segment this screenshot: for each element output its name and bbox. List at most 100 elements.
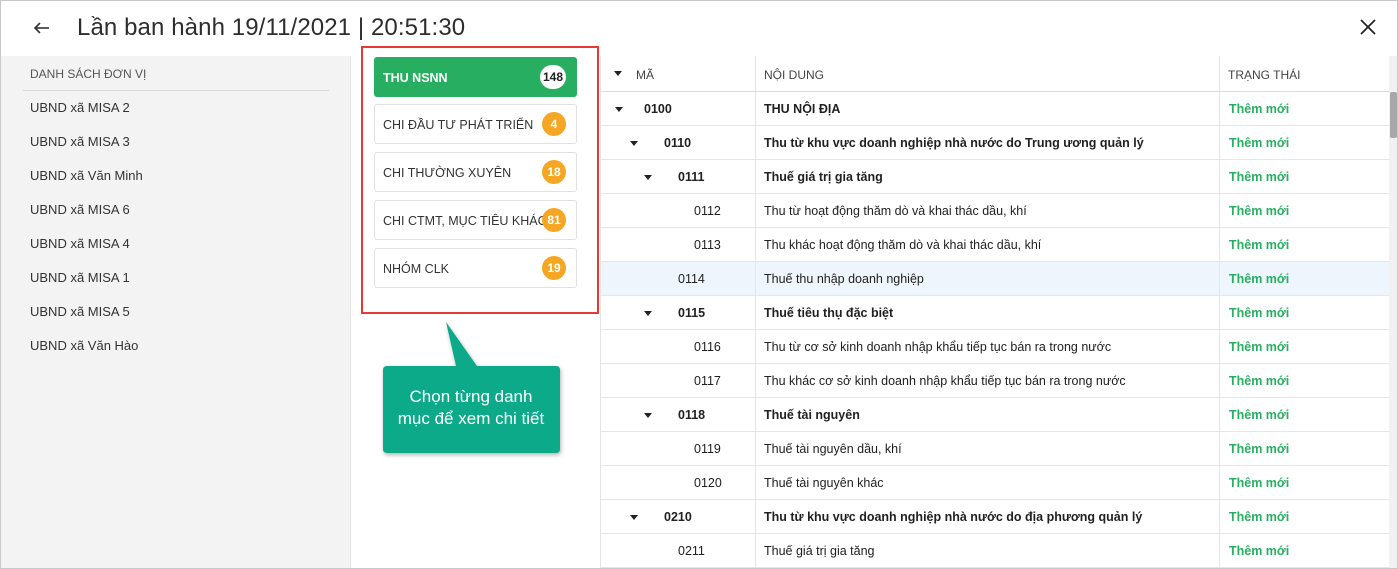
status-badge: Thêm mới xyxy=(1229,510,1290,524)
cell-content: Thu khác cơ sở kinh doanh nhập khẩu tiếp… xyxy=(756,364,1220,397)
status-badge: Thêm mới xyxy=(1229,136,1290,150)
cell-code: 0117 xyxy=(601,364,756,397)
unit-list-header: DANH SÁCH ĐƠN VỊ xyxy=(23,56,329,91)
category-label: CHI ĐẦU TƯ PHÁT TRIỂN xyxy=(383,118,534,132)
category-nhom-clk[interactable]: NHÓM CLK 19 xyxy=(374,248,577,288)
cell-content: Thu từ hoạt động thăm dò và khai thác dầ… xyxy=(756,194,1220,227)
cell-content: Thuế giá trị gia tăng xyxy=(756,160,1220,193)
caret-down-icon[interactable] xyxy=(614,71,622,76)
column-header-status: TRẠNG THÁI xyxy=(1220,56,1389,92)
code-text: 0110 xyxy=(664,136,692,150)
vertical-scrollbar[interactable] xyxy=(1389,56,1397,568)
table-row[interactable]: 0110 Thu từ khu vực doanh nghiệp nhà nước… xyxy=(601,126,1389,160)
caret-down-icon[interactable] xyxy=(644,311,652,316)
code-text: 0210 xyxy=(664,510,692,524)
cell-code: 0118 xyxy=(601,398,756,431)
unit-item[interactable]: UBND xã MISA 1 xyxy=(23,261,329,295)
dialog-header: Lần ban hành 19/11/2021 | 20:51:30 xyxy=(1,1,1397,56)
cell-code: 0113 xyxy=(601,228,756,261)
count-badge: 148 xyxy=(539,65,566,89)
count-badge: 19 xyxy=(542,256,566,280)
code-text: 0117 xyxy=(694,374,721,388)
category-label: NHÓM CLK xyxy=(383,262,449,276)
column-header-code[interactable]: MÃ xyxy=(601,56,756,92)
close-icon[interactable] xyxy=(1356,15,1380,39)
status-badge: Thêm mới xyxy=(1229,408,1290,422)
code-text: 0119 xyxy=(694,442,721,456)
caret-down-icon[interactable] xyxy=(615,107,623,112)
cell-content: THU NỘI ĐỊA xyxy=(756,92,1220,125)
code-text: 0115 xyxy=(678,306,706,320)
column-label: NỘI DUNG xyxy=(764,68,824,82)
table-row[interactable]: 0120 Thuế tài nguyên khác Thêm mới xyxy=(601,466,1389,500)
category-label: CHI THƯỜNG XUYÊN xyxy=(383,166,512,180)
category-chi-ctmt[interactable]: CHI CTMT, MỤC TIÊU KHÁC 81 xyxy=(374,200,577,240)
status-badge: Thêm mới xyxy=(1229,170,1290,184)
table-row[interactable]: 0119 Thuế tài nguyên dầu, khí Thêm mới xyxy=(601,432,1389,466)
code-text: 0113 xyxy=(694,238,721,252)
unit-item[interactable]: UBND xã MISA 5 xyxy=(23,295,329,329)
unit-item[interactable]: UBND xã Văn Minh xyxy=(23,159,329,193)
status-badge: Thêm mới xyxy=(1229,340,1290,354)
table-header: MÃ NỘI DUNG TRẠNG THÁI xyxy=(601,56,1389,92)
table-row[interactable]: 0114 Thuế thu nhập doanh nghiệp Thêm mới xyxy=(601,262,1389,296)
column-label: MÃ xyxy=(636,68,654,82)
table-row[interactable]: 0117 Thu khác cơ sở kinh doanh nhập khẩu … xyxy=(601,364,1389,398)
category-column: THU NSNN 148 CHI ĐẦU TƯ PHÁT TRIỂN 4 CHI… xyxy=(351,46,601,568)
release-dialog: Lần ban hành 19/11/2021 | 20:51:30 DANH … xyxy=(0,0,1398,569)
code-text: 0116 xyxy=(694,340,721,354)
caret-down-icon[interactable] xyxy=(644,413,652,418)
cell-content: Thuế tài nguyên khác xyxy=(756,466,1220,499)
cell-content: Thuế giá trị gia tăng xyxy=(756,534,1220,567)
unit-list-panel: DANH SÁCH ĐƠN VỊ UBND xã MISA 2 UBND xã … xyxy=(1,56,351,568)
unit-item[interactable]: UBND xã MISA 4 xyxy=(23,227,329,261)
table-row[interactable]: 0118 Thuế tài nguyên Thêm mới xyxy=(601,398,1389,432)
unit-item[interactable]: UBND xã MISA 2 xyxy=(23,91,329,125)
cell-code: 0110 xyxy=(601,126,756,159)
caret-down-icon[interactable] xyxy=(630,141,638,146)
count-badge: 18 xyxy=(542,160,566,184)
unit-item[interactable]: UBND xã Văn Hào xyxy=(23,329,329,363)
column-label: TRẠNG THÁI xyxy=(1228,68,1301,82)
cell-code: 0210 xyxy=(601,500,756,533)
detail-table: MÃ NỘI DUNG TRẠNG THÁI 0100 THU NỘI ĐỊA Th… xyxy=(601,56,1397,568)
cell-code: 0112 xyxy=(601,194,756,227)
status-badge: Thêm mới xyxy=(1229,442,1290,456)
category-chi-thuong-xuyen[interactable]: CHI THƯỜNG XUYÊN 18 xyxy=(374,152,577,192)
caret-down-icon[interactable] xyxy=(630,515,638,520)
cell-code: 0211 xyxy=(601,534,756,567)
column-header-content: NỘI DUNG xyxy=(756,56,1220,92)
table-row[interactable]: 0115 Thuế tiêu thụ đặc biệt Thêm mới xyxy=(601,296,1389,330)
count-badge: 81 xyxy=(542,208,566,232)
table-row[interactable]: 0113 Thu khác hoạt động thăm dò và khai t… xyxy=(601,228,1389,262)
status-badge: Thêm mới xyxy=(1229,204,1290,218)
unit-item[interactable]: UBND xã MISA 3 xyxy=(23,125,329,159)
table-row[interactable]: 0112 Thu từ hoạt động thăm dò và khai thá… xyxy=(601,194,1389,228)
code-text: 0100 xyxy=(644,102,672,116)
count-badge: 4 xyxy=(542,112,566,136)
cell-content: Thu từ khu vực doanh nghiệp nhà nước do … xyxy=(756,500,1220,533)
status-badge: Thêm mới xyxy=(1229,306,1290,320)
cell-code: 0114 xyxy=(601,262,756,295)
table-row[interactable]: 0210 Thu từ khu vực doanh nghiệp nhà nước… xyxy=(601,500,1389,534)
callout-line: mục để xem chi tiết xyxy=(397,409,545,428)
table-row[interactable]: 0111 Thuế giá trị gia tăng Thêm mới xyxy=(601,160,1389,194)
cell-code: 0120 xyxy=(601,466,756,499)
back-arrow-icon[interactable] xyxy=(29,15,55,41)
status-badge: Thêm mới xyxy=(1229,476,1290,490)
table-row[interactable]: 0211 Thuế giá trị gia tăng Thêm mới xyxy=(601,534,1389,568)
cell-code: 0115 xyxy=(601,296,756,329)
table-row[interactable]: 0116 Thu từ cơ sở kinh doanh nhập khẩu ti… xyxy=(601,330,1389,364)
scrollbar-thumb[interactable] xyxy=(1390,92,1397,138)
page-title: Lần ban hành 19/11/2021 | 20:51:30 xyxy=(77,14,466,41)
table-row[interactable]: 0100 THU NỘI ĐỊA Thêm mới xyxy=(601,92,1389,126)
caret-down-icon[interactable] xyxy=(644,175,652,180)
category-label: CHI CTMT, MỤC TIÊU KHÁC xyxy=(383,214,547,228)
unit-item[interactable]: UBND xã MISA 6 xyxy=(23,193,329,227)
callout-text: Chọn từng danh mục để xem chi tiết xyxy=(385,386,557,430)
code-text: 0114 xyxy=(678,272,705,286)
category-chi-dau-tu[interactable]: CHI ĐẦU TƯ PHÁT TRIỂN 4 xyxy=(374,104,577,144)
category-thu-nsnn[interactable]: THU NSNN 148 xyxy=(374,57,577,97)
category-label: THU NSNN xyxy=(383,71,448,85)
cell-content: Thuế thu nhập doanh nghiệp xyxy=(756,262,1220,295)
